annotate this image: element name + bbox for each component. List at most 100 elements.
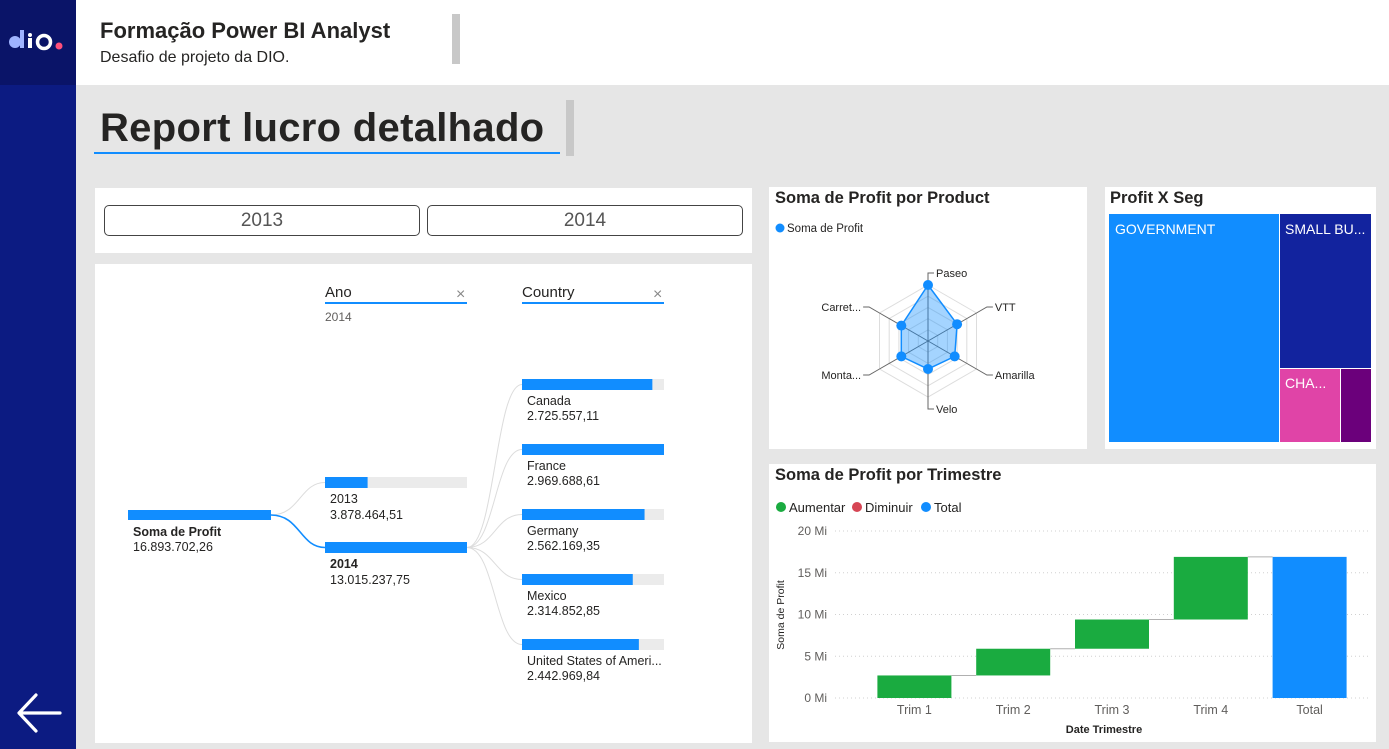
country-nodes: Canada2.725.557,11 France2.969.688,61 Germ… — [522, 379, 664, 683]
tree-link — [270, 482, 326, 516]
waterfall-x-tick: Trim 3 — [1095, 703, 1130, 717]
country-node-bar[interactable] — [522, 444, 664, 455]
dio-logo — [0, 0, 76, 85]
year-node-label: 2013 — [330, 492, 358, 506]
legend-total-dot — [921, 502, 931, 512]
title-underline — [94, 152, 560, 154]
root-node-value: 16.893.702,26 — [133, 540, 213, 554]
country-node-label: United States of Ameri... — [527, 654, 662, 668]
radar-point[interactable] — [923, 364, 933, 374]
treemap-other[interactable] — [1341, 369, 1371, 442]
treemap-small-business-label: SMALL BU... — [1285, 221, 1365, 237]
radar-point[interactable] — [952, 319, 963, 330]
waterfall-x-tick: Trim 1 — [897, 703, 932, 717]
radar-axis-label: Velo — [936, 404, 957, 416]
radar-chart-card: Soma de Profit por Product Soma de Profi… — [769, 187, 1087, 449]
root-node-label: Soma de Profit — [133, 525, 222, 539]
treemap-card: Profit X Seg GOVERNMENT SMALL BU... CHA.… — [1105, 187, 1376, 449]
country-node-bar[interactable] — [522, 509, 645, 520]
radar-legend-label: Soma de Profit — [787, 223, 864, 235]
waterfall-y-tick: 15 Mi — [798, 566, 827, 580]
page-title: Report lucro detalhado — [100, 106, 545, 150]
back-arrow-icon[interactable] — [14, 688, 64, 738]
country-node-bar[interactable] — [522, 639, 639, 650]
level-header-country[interactable]: Country — [522, 284, 575, 301]
radar-series-area — [900, 283, 958, 370]
legend-decrease-label[interactable]: Diminuir — [865, 500, 913, 515]
root-node-bar[interactable] — [128, 510, 271, 520]
year-nodes: 2013 3.878.464,51 2014 13.015.237,75 — [325, 477, 467, 587]
radar-legend-dot — [775, 223, 785, 233]
radar-label-leader — [927, 397, 934, 410]
radar-axis-label: Paseo — [936, 268, 967, 280]
radar-point[interactable] — [949, 351, 960, 362]
country-node-value: 2.969.688,61 — [527, 474, 600, 488]
year-node-bar[interactable] — [325, 477, 368, 488]
country-node-label: France — [527, 459, 566, 473]
country-node-bar[interactable] — [522, 574, 633, 585]
level-filter-ano: 2014 — [325, 310, 352, 324]
waterfall-y-axis-title: Soma de Profit — [775, 580, 787, 650]
waterfall-y-tick: 10 Mi — [798, 608, 827, 622]
waterfall-bar-increase[interactable] — [1075, 619, 1149, 649]
app-subtitle: Desafio de projeto da DIO. — [100, 49, 290, 66]
legend-increase-label[interactable]: Aumentar — [789, 500, 846, 515]
clear-country-icon[interactable]: × — [653, 286, 662, 303]
year-node-value: 13.015.237,75 — [330, 573, 410, 587]
waterfall-y-tick: 0 Mi — [804, 691, 827, 705]
legend-increase-dot — [776, 502, 786, 512]
treemap-government[interactable] — [1109, 214, 1279, 442]
treemap-channel-label: CHA... — [1285, 375, 1326, 391]
waterfall-bar-total[interactable] — [1272, 556, 1347, 698]
year-node-value: 3.878.464,51 — [330, 508, 403, 522]
waterfall-x-tick: Total — [1296, 703, 1322, 717]
app-title: Formação Power BI Analyst — [100, 18, 391, 43]
title-divider — [566, 100, 574, 156]
tree-link — [466, 384, 523, 548]
decomposition-tree-canvas: Ano × 2014 Country × Soma de Profit 16.8… — [128, 284, 664, 683]
radar-axis-label: VTT — [995, 302, 1016, 314]
treemap-government-label: GOVERNMENT — [1115, 221, 1216, 237]
radar-point[interactable] — [923, 280, 933, 290]
radar-axis-label: Monta... — [821, 370, 861, 382]
year-node-label: 2014 — [330, 557, 358, 571]
country-node-bar[interactable] — [522, 379, 653, 390]
decomposition-tree: Ano × 2014 Country × Soma de Profit 16.8… — [95, 264, 752, 743]
report-header: Formação Power BI Analyst Desafio de pro… — [76, 0, 1389, 85]
radar-point[interactable] — [896, 320, 907, 331]
waterfall-y-tick: 5 Mi — [804, 649, 827, 663]
waterfall-bar-increase[interactable] — [877, 675, 952, 698]
country-node-label: Germany — [527, 524, 579, 538]
waterfall-card: Soma de Profit por Trimestre Aumentar Di… — [769, 464, 1376, 742]
tree-link — [466, 449, 523, 548]
waterfall-bar-increase[interactable] — [1173, 556, 1248, 620]
treemap-chart: GOVERNMENT SMALL BU... CHA... — [1109, 214, 1371, 442]
level-header-country-underline — [522, 302, 664, 304]
treemap-small-business[interactable] — [1280, 214, 1371, 368]
waterfall-x-tick: Trim 4 — [1193, 703, 1228, 717]
waterfall-x-axis-title: Date Trimestre — [1066, 724, 1142, 736]
year-node-bar[interactable] — [325, 542, 467, 553]
waterfall-bar-increase[interactable] — [976, 648, 1051, 676]
sidebar — [0, 0, 76, 749]
country-node-value: 2.314.852,85 — [527, 604, 600, 618]
radar-label-leader — [863, 368, 880, 376]
legend-total-label[interactable]: Total — [934, 500, 962, 515]
level-header-ano-underline — [325, 302, 467, 304]
slicer-option-2013[interactable]: 2013 — [104, 205, 420, 236]
country-node-label: Mexico — [527, 589, 567, 603]
slicer-option-2014[interactable]: 2014 — [427, 205, 743, 236]
radar-label-leader — [863, 306, 880, 314]
radar-chart: Soma de Profit Paseo VTT Amarilla Velo Monta… — [775, 223, 1036, 416]
country-node-label: Canada — [527, 394, 571, 408]
tree-link — [466, 547, 523, 645]
country-node-value: 2.442.969,84 — [527, 669, 600, 683]
country-node-value: 2.562.169,35 — [527, 539, 600, 553]
header-divider — [452, 14, 460, 64]
radar-label-leader — [976, 306, 993, 314]
level-header-ano[interactable]: Ano — [325, 284, 352, 301]
clear-ano-icon[interactable]: × — [456, 286, 465, 303]
tree-link — [270, 514, 326, 549]
tree-link — [466, 547, 523, 580]
radar-point[interactable] — [896, 351, 907, 362]
